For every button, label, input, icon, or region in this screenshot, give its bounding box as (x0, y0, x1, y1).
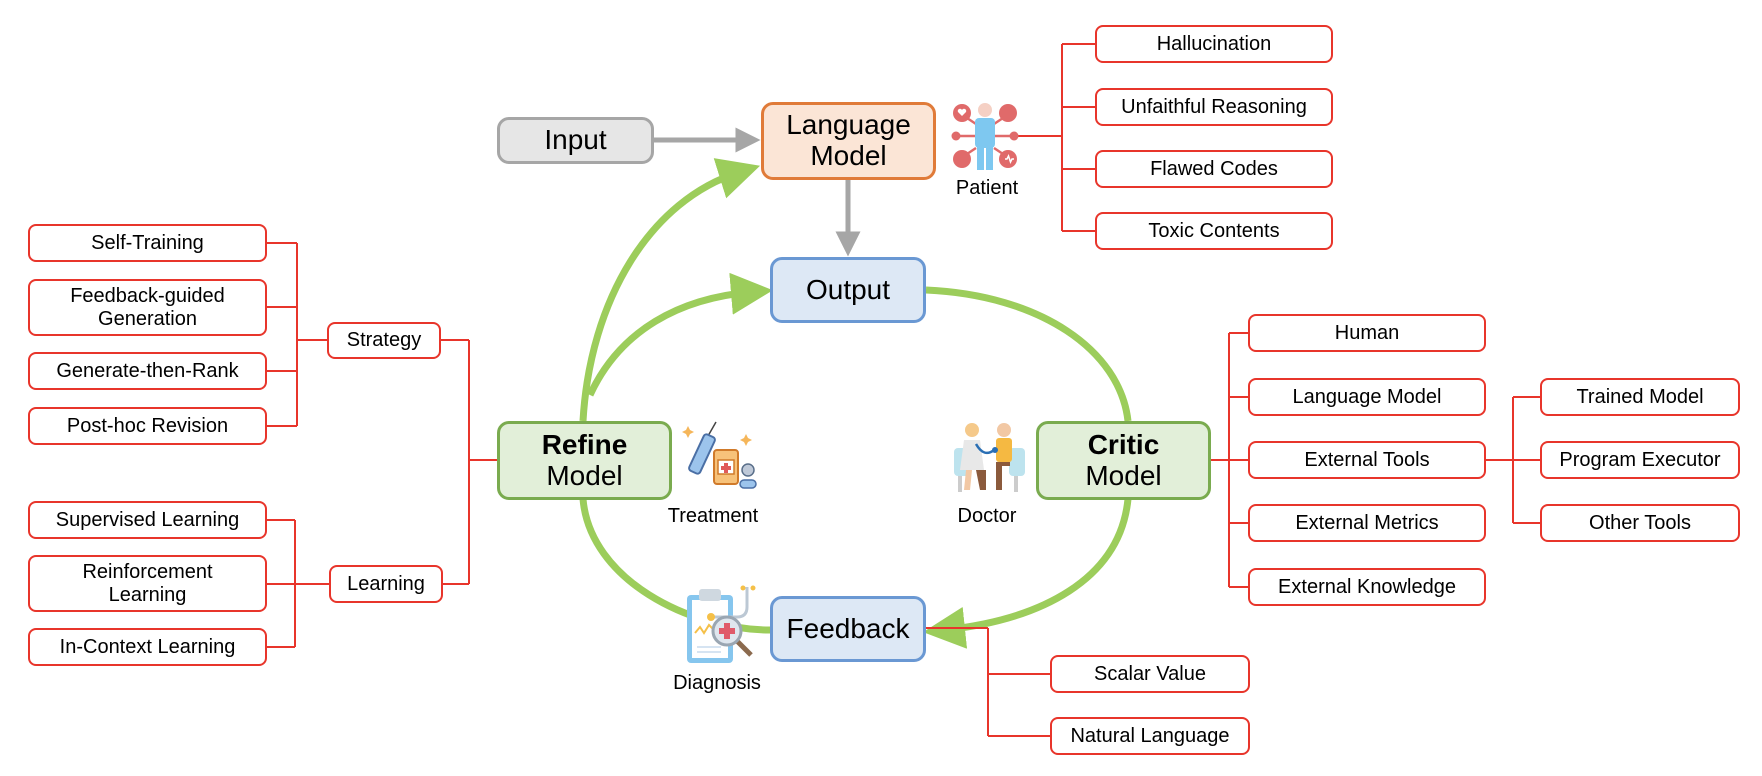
leaf-label: External Tools (1304, 448, 1430, 471)
leaf-label: Generate-then-Rank (56, 359, 239, 382)
problem-toxic-contents: Toxic Contents (1095, 212, 1333, 250)
problem-hallucination: Hallucination (1095, 25, 1333, 63)
critic-language-model: Language Model (1248, 378, 1486, 416)
leaf-label-line1: Feedback-guided (70, 284, 225, 307)
language-model-node: Language Model (761, 102, 936, 180)
feedback-tree-lines (926, 627, 1050, 737)
input-label: Input (544, 124, 607, 156)
input-node: Input (497, 117, 654, 164)
strategy-feedback-guided-generation: Feedback-guided Generation (28, 279, 267, 336)
doctor-icon (954, 423, 1025, 492)
feedback-label: Feedback (786, 612, 910, 644)
problem-label: Flawed Codes (1150, 157, 1278, 180)
diagnosis-label: Diagnosis (673, 672, 761, 694)
tool-other-tools: Other Tools (1540, 504, 1740, 542)
critic-human: Human (1248, 314, 1486, 352)
leaf-label: Supervised Learning (55, 508, 240, 531)
leaf-label: Trained Model (1576, 385, 1704, 408)
feedback-node: Feedback (770, 596, 926, 662)
leaf-label: Self-Training (91, 231, 204, 254)
critic-model-label-rest: Model (1085, 459, 1162, 491)
diagnosis-icon (687, 585, 756, 663)
leaf-label: Human (1334, 321, 1400, 344)
strategy-node: Strategy (327, 322, 441, 359)
treatment-label: Treatment (667, 505, 759, 527)
leaf-label: External Metrics (1295, 511, 1439, 534)
leaf-label: Program Executor (1559, 448, 1721, 471)
treatment-icon (682, 421, 757, 489)
leaf-label: External Knowledge (1278, 575, 1456, 598)
feedback-natural-language: Natural Language (1050, 717, 1250, 755)
leaf-label: In-Context Learning (59, 635, 236, 658)
critic-external-metrics: External Metrics (1248, 504, 1486, 542)
tool-trained-model: Trained Model (1540, 378, 1740, 416)
critic-external-tools: External Tools (1248, 441, 1486, 479)
patient-label: Patient (955, 177, 1019, 199)
tool-program-executor: Program Executor (1540, 441, 1740, 479)
leaf-label: Other Tools (1589, 511, 1691, 534)
leaf-label-line2: Generation (98, 307, 197, 330)
strategy-post-hoc-revision: Post-hoc Revision (28, 407, 267, 445)
output-label: Output (805, 273, 891, 305)
learning-node: Learning (329, 565, 443, 603)
language-model-label-line1: Language (786, 109, 911, 141)
doctor-label: Doctor (957, 505, 1017, 527)
critic-model-label-bold: Critic (1087, 428, 1160, 460)
leaf-label-line2: Learning (108, 583, 187, 606)
leaf-label: Natural Language (1070, 724, 1230, 747)
problem-flawed-codes: Flawed Codes (1095, 150, 1333, 188)
strategy-self-training: Self-Training (28, 224, 267, 262)
problem-label: Hallucination (1156, 32, 1272, 55)
strategy-generate-then-rank: Generate-then-Rank (28, 352, 267, 390)
leaf-label: Scalar Value (1094, 662, 1206, 685)
patient-icon (951, 103, 1019, 170)
leaf-label-line1: Reinforcement (82, 560, 213, 583)
critic-model-node: Critic Model (1036, 421, 1211, 500)
output-to-critic-arc (925, 286, 1132, 422)
learning-label: Learning (347, 572, 425, 595)
problem-unfaithful-reasoning: Unfaithful Reasoning (1095, 88, 1333, 126)
refine-model-label-bold: Refine (541, 428, 628, 460)
output-node: Output (770, 257, 926, 323)
refine-model-label-rest: Model (546, 459, 623, 491)
strategy-label: Strategy (346, 329, 422, 351)
leaf-label: Post-hoc Revision (66, 414, 229, 437)
language-model-label-line2: Model (810, 140, 887, 171)
problem-label: Toxic Contents (1148, 219, 1280, 242)
critic-external-knowledge: External Knowledge (1248, 568, 1486, 606)
feedback-scalar-value: Scalar Value (1050, 655, 1250, 693)
learning-supervised: Supervised Learning (28, 501, 267, 539)
leaf-label: Language Model (1292, 385, 1442, 408)
refine-to-output-arrow (586, 272, 773, 397)
refine-model-node: Refine Model (497, 421, 672, 500)
learning-in-context: In-Context Learning (28, 628, 267, 666)
problem-label: Unfaithful Reasoning (1121, 95, 1307, 118)
learning-reinforcement: Reinforcement Learning (28, 555, 267, 612)
